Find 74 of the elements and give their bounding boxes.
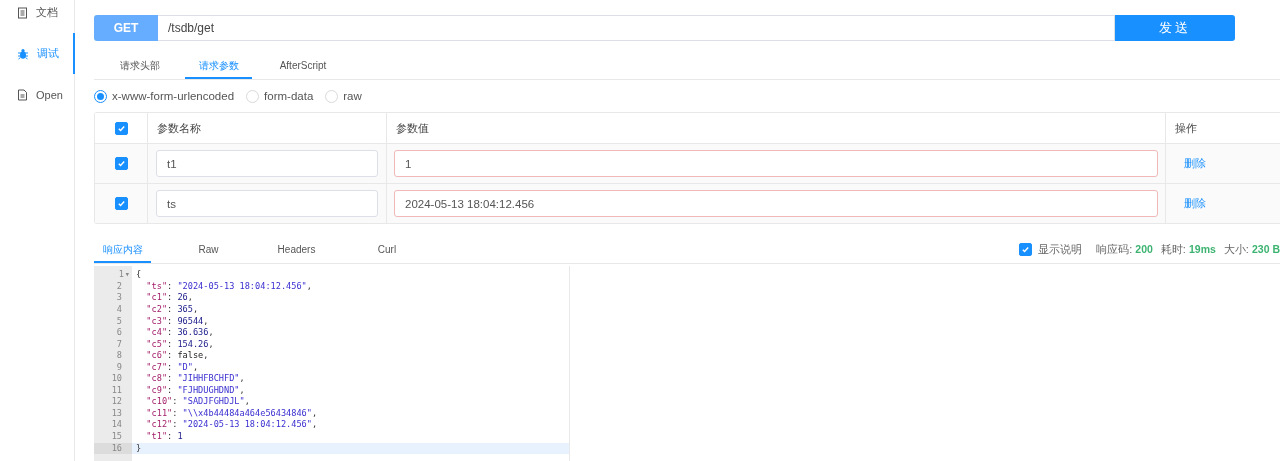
- stat-value: 200: [1135, 242, 1153, 255]
- radio-option[interactable]: form-data: [246, 89, 314, 103]
- line-number: 8: [116, 350, 122, 362]
- code-line: "ts": "2024-05-13 18:04:12.456",: [145, 280, 313, 293]
- param-value-field[interactable]: 2024-05-13 18:04:12.456: [394, 190, 1158, 218]
- code-editor[interactable]: [94, 266, 570, 461]
- code-line: "c11": "\\x4b44484a464e56434846",: [145, 407, 319, 420]
- line-number: 1: [118, 269, 124, 281]
- line-number: 10: [111, 373, 122, 385]
- radio-label: raw: [343, 90, 362, 103]
- sidebar-item[interactable]: 文档: [0, 0, 75, 33]
- code-line: "t1": 1: [145, 431, 184, 443]
- radio-option[interactable]: raw: [325, 89, 362, 103]
- tab[interactable]: Headers: [266, 237, 327, 264]
- checkbox[interactable]: [114, 157, 128, 171]
- tab[interactable]: 请求头部: [94, 53, 185, 80]
- code-line: "c10": "SADJFGHDJL",: [145, 396, 251, 408]
- code-line: "c2": 365,: [145, 304, 200, 316]
- tab[interactable]: Curl: [327, 237, 447, 264]
- code-line: "c5": 154.26,: [145, 338, 215, 351]
- document-icon: [17, 6, 28, 19]
- sidebar-label: Open: [36, 88, 63, 101]
- param-value-field[interactable]: 1: [394, 150, 1158, 178]
- sidebar-label: 调试: [37, 46, 59, 61]
- line-number: 16: [111, 442, 122, 455]
- checkbox[interactable]: [114, 121, 128, 135]
- url-field[interactable]: /tsdb/get: [158, 15, 1115, 42]
- code-line: "c8": "JIHHFBCHFD",: [145, 373, 246, 385]
- checkbox[interactable]: [114, 197, 128, 211]
- column-header: 参数名称: [157, 120, 201, 136]
- line-number: 7: [116, 338, 122, 351]
- stat-label: 大小:: [1223, 242, 1250, 255]
- tab[interactable]: AfterScript: [252, 53, 354, 80]
- checkbox-label: 显示说明: [1038, 241, 1083, 257]
- file-icon: [17, 88, 28, 101]
- code-line: "c3": 96544,: [145, 315, 210, 328]
- checkbox[interactable]: [1019, 242, 1033, 256]
- bug-icon: [17, 47, 29, 60]
- code-line: "c1": 26,: [145, 292, 194, 304]
- line-number: 4: [116, 304, 122, 316]
- sidebar-item[interactable]: Open: [0, 74, 75, 115]
- param-name-field[interactable]: t1: [156, 150, 378, 178]
- tick-icon: [116, 199, 126, 209]
- line-number: 6: [116, 327, 122, 339]
- stat-value: 19ms: [1189, 242, 1216, 255]
- line-number: 13: [111, 407, 122, 420]
- line-number: 9: [116, 361, 122, 374]
- tab[interactable]: Raw: [151, 237, 266, 264]
- code-line: "c7": "D",: [145, 361, 200, 374]
- sidebar-label: 文档: [36, 5, 58, 20]
- param-name-field[interactable]: ts: [156, 190, 378, 218]
- code-line: "c4": 36.636,: [145, 327, 215, 339]
- stat-label: 耗时:: [1160, 242, 1187, 255]
- code-line: "c6": false,: [145, 350, 210, 362]
- line-number: 3: [116, 292, 122, 304]
- radio-label: form-data: [264, 90, 314, 103]
- code-line: {: [135, 269, 143, 281]
- tick-icon: [116, 159, 126, 169]
- tick-icon: [116, 123, 126, 133]
- line-number: 15: [111, 431, 122, 443]
- code-line: "c9": "FJHDUGHDND",: [145, 384, 246, 397]
- code-line: "c12": "2024-05-13 18:04:12.456",: [145, 419, 319, 432]
- line-number: 11: [111, 384, 122, 397]
- line-number: 12: [111, 396, 122, 408]
- column-header: 参数值: [396, 120, 429, 136]
- radio-label: x-www-form-urlencoded: [112, 90, 235, 103]
- stat-label: 响应码:: [1096, 242, 1134, 255]
- line-number: 5: [116, 315, 122, 328]
- column-header: 操作: [1175, 120, 1197, 136]
- stat-value: 230 B: [1251, 242, 1280, 255]
- tick-icon: [1021, 244, 1031, 254]
- radio-option[interactable]: x-www-form-urlencoded: [94, 89, 235, 103]
- line-number: 2: [116, 280, 122, 293]
- line-number: 14: [111, 419, 122, 432]
